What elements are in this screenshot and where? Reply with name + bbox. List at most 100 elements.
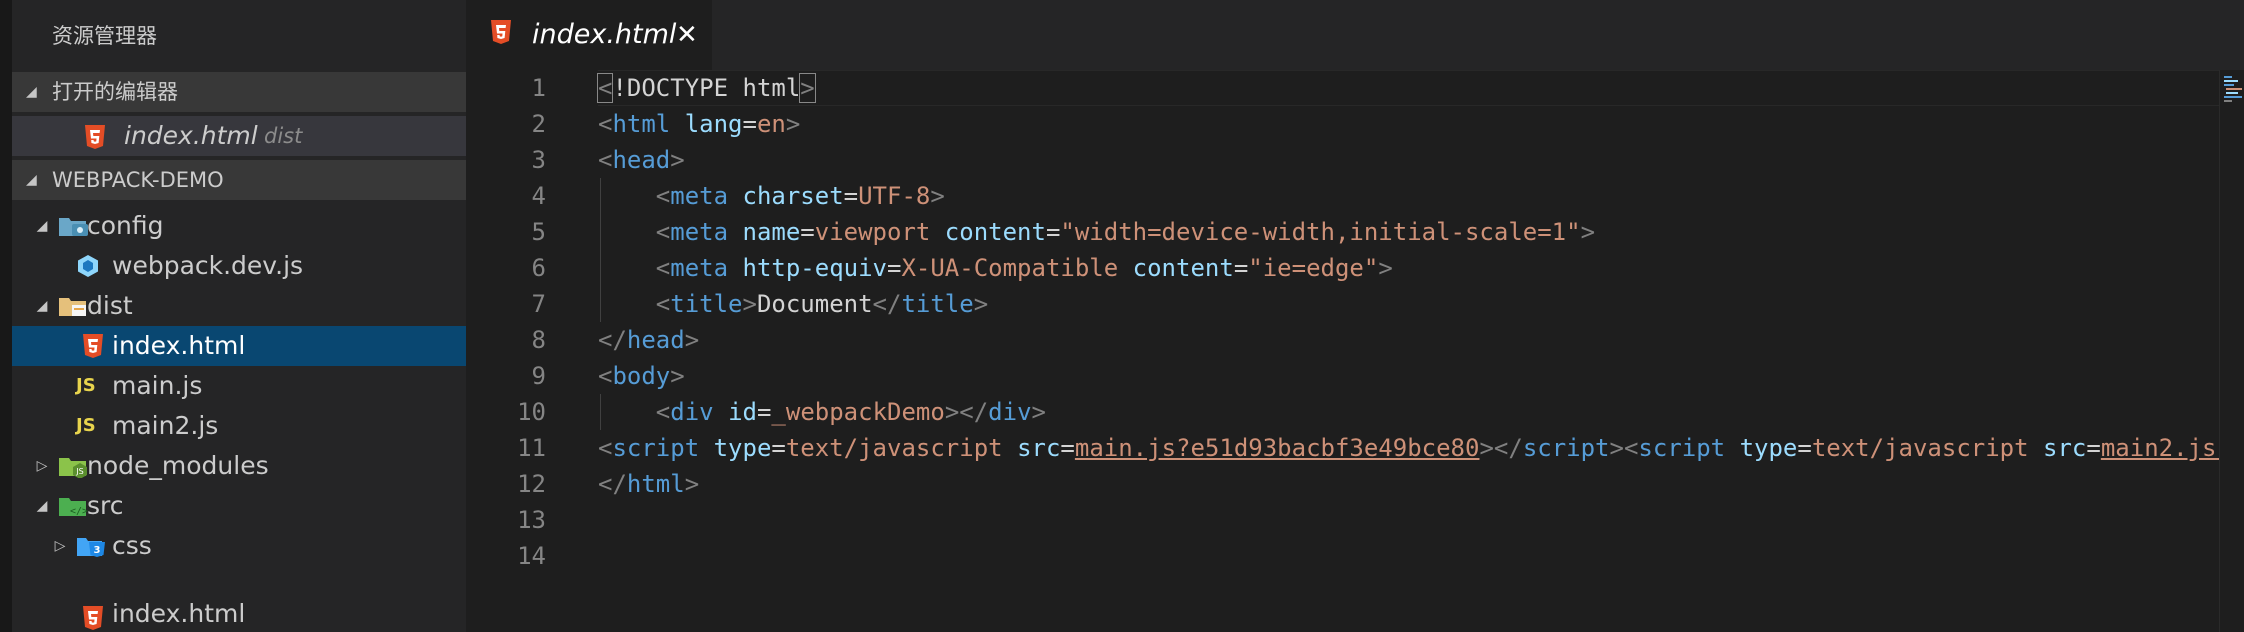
tree-folder-css[interactable]: ▷ 3 css xyxy=(12,526,466,566)
code-tag-name: title xyxy=(670,290,743,318)
tree-folder-config[interactable]: ◢ config xyxy=(12,206,466,246)
code-punctuation: > xyxy=(1580,218,1596,246)
tree-file-index-html-selected[interactable]: index.html xyxy=(12,326,466,366)
indent-guide xyxy=(600,178,601,322)
code-line[interactable]: 12 </html> xyxy=(466,466,2244,502)
html5-icon xyxy=(85,125,105,149)
tab-index-html[interactable]: index.html ✕ xyxy=(466,0,712,70)
explorer-sidebar: 资源管理器 ◢ 打开的编辑器 index.html dist ◢ WEBPACK… xyxy=(12,0,466,632)
code-attribute: src xyxy=(2043,434,2087,462)
line-number: 4 xyxy=(531,182,546,210)
code-punctuation: > xyxy=(799,73,816,103)
open-editor-item[interactable]: index.html dist xyxy=(12,116,466,156)
line-number: 5 xyxy=(531,218,546,246)
code-tag-name: meta xyxy=(670,182,729,210)
close-icon[interactable]: ✕ xyxy=(676,0,698,70)
code-whitespace: = xyxy=(2086,434,2101,462)
code-attribute: type xyxy=(1739,434,1798,462)
tree-folder-node-modules[interactable]: ▷ JS node_modules xyxy=(12,446,466,486)
open-editors-header[interactable]: ◢ 打开的编辑器 xyxy=(12,72,466,112)
tree-label: node_modules xyxy=(87,451,269,480)
chevron-down-icon: ◢ xyxy=(36,218,48,234)
code-line[interactable]: 7 <title>Document</title> xyxy=(466,286,2244,322)
line-number: 3 xyxy=(531,146,546,174)
code-attribute: http-equiv xyxy=(742,254,888,282)
code-punctuation: </ xyxy=(598,326,627,354)
svg-text:</>: </> xyxy=(70,506,88,517)
chevron-down-icon: ◢ xyxy=(26,172,37,188)
code-line[interactable]: 5 <meta name=viewport content="width=dev… xyxy=(466,214,2244,250)
code-punctuation: < xyxy=(655,398,671,426)
code-editor[interactable]: 1 <!DOCTYPE html> 2 <html lang=en> 3 <head> 4 … xyxy=(466,70,2244,632)
code-punctuation: > xyxy=(785,110,801,138)
code-link[interactable]: main2.js? xyxy=(2101,434,2231,462)
window-edge xyxy=(0,0,12,632)
code-attr-value: text/javascript xyxy=(1811,434,2029,462)
tree-file-main2-js[interactable]: JS main2.js xyxy=(12,406,466,446)
code-text: Document xyxy=(756,290,873,318)
code-whitespace: = xyxy=(843,182,859,210)
html5-icon xyxy=(491,20,511,44)
code-attribute: type xyxy=(713,434,772,462)
code-link[interactable]: main.js?e51d93bacbf3e49bce80 xyxy=(1075,434,1480,462)
code-tag-name: html xyxy=(612,110,671,138)
html5-icon xyxy=(83,334,103,358)
line-number: 7 xyxy=(531,290,546,318)
code-tag-name: script xyxy=(1638,434,1726,462)
code-line[interactable]: 2 <html lang=en> xyxy=(466,106,2244,142)
code-tag-name: meta xyxy=(670,254,729,282)
code-line[interactable]: 4 <meta charset=UTF-8> xyxy=(466,178,2244,214)
line-number: 10 xyxy=(517,398,546,426)
code-line[interactable]: 8 </head> xyxy=(466,322,2244,358)
project-header[interactable]: ◢ WEBPACK-DEMO xyxy=(12,160,466,200)
code-whitespace: = xyxy=(756,398,772,426)
code-punctuation: < xyxy=(598,434,613,462)
src-folder-icon: </> xyxy=(59,498,88,517)
code-attr-value: en xyxy=(756,110,786,138)
code-text: <!DOCTYPE html> xyxy=(596,70,816,106)
code-line[interactable]: 3 <head> xyxy=(466,142,2244,178)
code-line[interactable]: 6 <meta http-equiv=X-UA-Compatible conte… xyxy=(466,250,2244,286)
tree-file-src-index-html[interactable]: index.html xyxy=(12,599,466,632)
tree-folder-dist[interactable]: ◢ dist xyxy=(12,286,466,326)
code-line[interactable]: 1 <!DOCTYPE html> xyxy=(466,70,2244,106)
tree-folder-src[interactable]: ◢ </> src xyxy=(12,486,466,526)
code-punctuation: ></ xyxy=(944,398,989,426)
line-number: 6 xyxy=(531,254,546,282)
code-text: <head> xyxy=(598,142,685,178)
tab-bar: index.html ✕ xyxy=(466,0,2244,70)
tree-file-main-js[interactable]: JS main.js xyxy=(12,366,466,406)
code-punctuation: < xyxy=(596,73,614,103)
code-attr-value: text/javascript xyxy=(785,434,1003,462)
code-line[interactable]: 11 <script type=text/javascript src=main.… xyxy=(466,430,2244,466)
code-line[interactable]: 13 xyxy=(466,502,2244,538)
dist-folder-icon xyxy=(59,298,86,316)
tree-file-webpack-dev[interactable]: webpack.dev.js xyxy=(12,246,466,286)
tree-label: config xyxy=(87,211,164,240)
code-line[interactable]: 10 <div id=_webpackDemo></div> xyxy=(466,394,2244,430)
code-punctuation: > xyxy=(742,290,757,318)
code-line[interactable]: 14 xyxy=(466,538,2244,574)
code-punctuation: > xyxy=(1031,398,1046,426)
code-tag-name: head xyxy=(626,326,685,354)
code-punctuation: > xyxy=(930,182,945,210)
code-whitespace: = xyxy=(1797,434,1812,462)
chevron-down-icon: ◢ xyxy=(36,498,48,514)
code-punctuation: </ xyxy=(598,470,627,498)
line-number: 2 xyxy=(531,110,546,138)
chevron-down-icon: ◢ xyxy=(26,84,37,100)
node-folder-icon: JS xyxy=(59,458,87,478)
minimap[interactable] xyxy=(2219,70,2244,632)
javascript-icon: JS xyxy=(76,375,96,396)
chevron-down-icon: ◢ xyxy=(36,298,48,314)
chevron-right-icon: ▷ xyxy=(36,458,48,474)
code-line[interactable]: 9 <body> xyxy=(466,358,2244,394)
code-punctuation: > xyxy=(670,362,685,390)
code-tag-name: html xyxy=(626,470,685,498)
